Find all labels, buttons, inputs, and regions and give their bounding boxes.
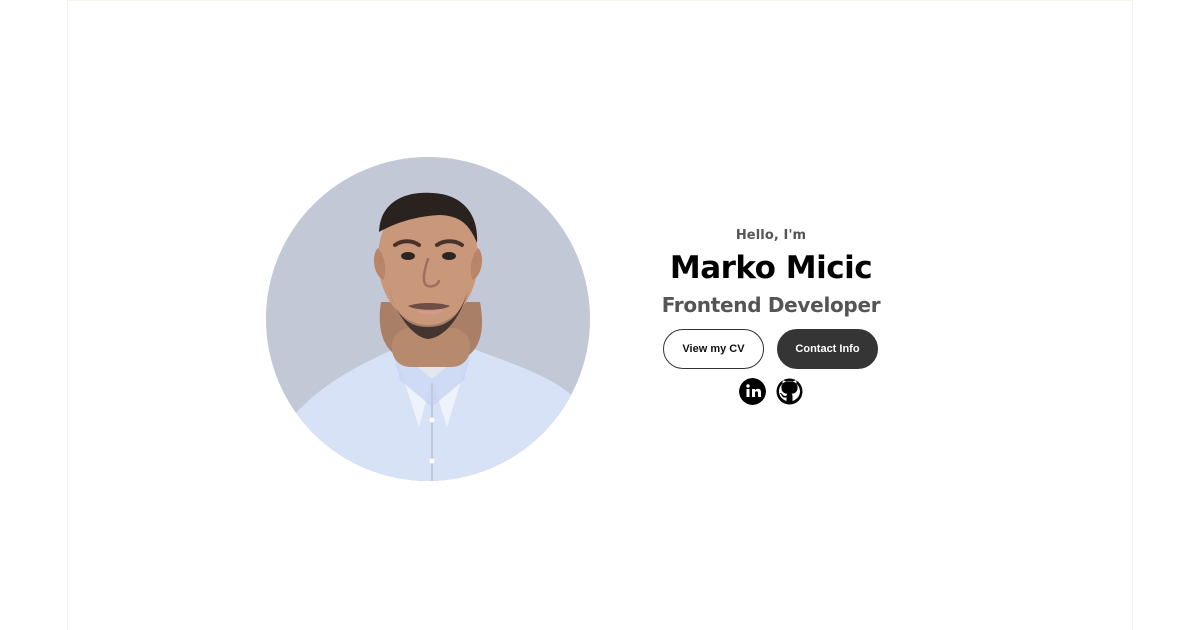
- profile-role: Frontend Developer: [661, 293, 881, 317]
- profile-photo: [266, 157, 590, 481]
- github-icon[interactable]: [776, 378, 803, 405]
- contact-info-button[interactable]: Contact Info: [777, 329, 878, 369]
- linkedin-icon[interactable]: [739, 378, 766, 405]
- view-cv-button[interactable]: View my CV: [663, 329, 764, 369]
- profile-photo-section: [266, 157, 590, 481]
- hero-introduction: Hello, I'm Marko Micic Frontend Develope…: [660, 224, 882, 405]
- action-buttons: View my CV Contact Info: [659, 329, 882, 369]
- greeting-text: Hello, I'm: [735, 228, 807, 243]
- page-frame: [67, 0, 1133, 630]
- profile-name: Marko Micic: [669, 250, 873, 286]
- social-links: [660, 378, 882, 405]
